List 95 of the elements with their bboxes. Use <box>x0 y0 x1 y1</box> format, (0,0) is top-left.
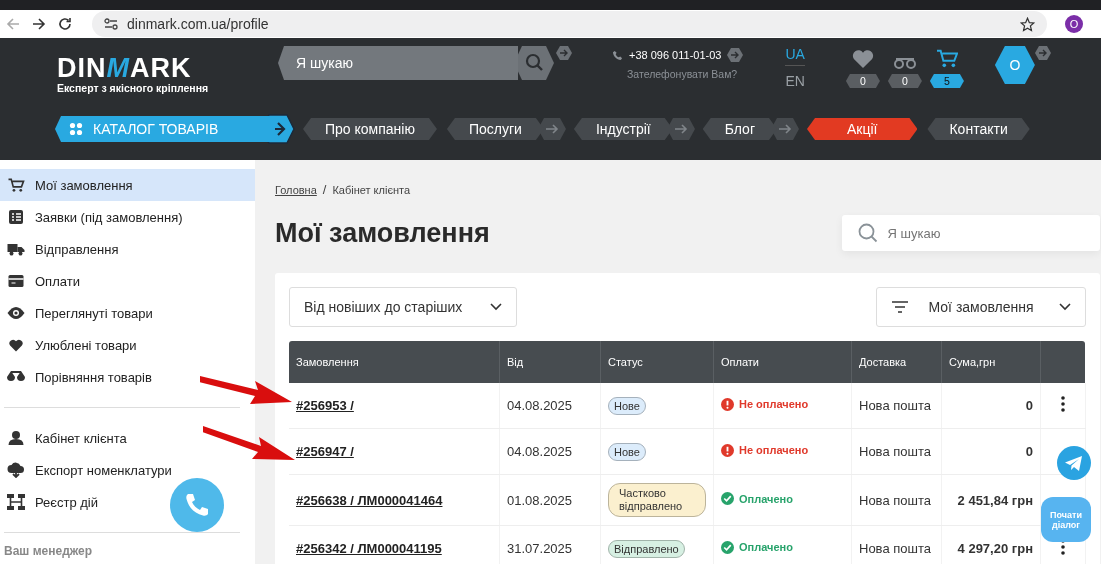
chevron-down-icon <box>1058 303 1071 311</box>
heart-icon <box>7 338 25 352</box>
sidebar-item[interactable]: Експорт номенклатури <box>0 454 255 486</box>
table-cell: 2 451,84 грн <box>957 492 1033 508</box>
check-icon <box>721 540 734 554</box>
user-icon <box>7 431 25 445</box>
more-icon[interactable] <box>1060 396 1065 412</box>
warning-icon <box>721 397 734 411</box>
column-header: Статус <box>600 341 714 383</box>
sidebar-item[interactable]: Мої замовлення <box>0 169 255 201</box>
cart-icon <box>7 177 25 193</box>
count-badge: 5 <box>929 74 964 88</box>
status-badge: Нове <box>608 442 646 461</box>
language-option[interactable]: UA <box>785 46 805 66</box>
payment-status: Не оплачено <box>721 443 809 457</box>
sidebar-item[interactable]: Порівняння товарів <box>0 361 255 393</box>
nav-link[interactable]: Контакти <box>927 118 1030 140</box>
payment-status: Оплачено <box>721 540 793 554</box>
column-header: Доставка <box>851 341 942 383</box>
search-icon <box>857 223 878 243</box>
table-cell: Нова пошта <box>859 444 931 459</box>
order-link[interactable]: #256953 / <box>296 398 354 413</box>
warning-icon <box>721 443 734 457</box>
chevron-down-icon <box>490 303 502 311</box>
table-cell: 0 <box>1025 398 1033 413</box>
nav-link[interactable]: Про компанію <box>303 118 437 140</box>
nav-link[interactable]: Акції <box>807 118 918 140</box>
search-field[interactable]: Я шукаю <box>278 46 518 80</box>
payment-status: Оплачено <box>721 492 793 505</box>
callback-link[interactable]: Зателефонувати Вам? <box>627 68 744 80</box>
truck-icon <box>7 242 25 256</box>
heart-icon[interactable] <box>851 49 874 69</box>
sidebar-item[interactable]: Кабінет клієнта <box>0 422 255 454</box>
table-cell: 0 <box>1025 444 1033 459</box>
breadcrumb[interactable]: Головна <box>275 183 317 196</box>
hierarchy-icon <box>7 494 25 510</box>
sort-dropdown[interactable]: Від новіших до старіших <box>289 287 517 327</box>
column-header: Замовлення <box>289 341 500 383</box>
cart-icon[interactable] <box>935 49 958 69</box>
back-icon[interactable] <box>6 17 20 31</box>
forward-icon[interactable] <box>32 17 46 31</box>
tagline: Експерт з якісного кріплення <box>57 82 210 94</box>
sidebar-item[interactable]: Переглянуті товари <box>0 297 255 329</box>
count-badge: 0 <box>845 74 880 88</box>
search-field[interactable]: Я шукаю <box>841 215 1100 251</box>
table-cell: 31.07.2025 <box>507 541 573 556</box>
table-cell: 01.08.2025 <box>507 492 573 508</box>
column-header: Від <box>499 341 601 383</box>
page-title: Мої замовлення <box>275 217 490 249</box>
order-link[interactable]: #256947 / <box>296 444 354 459</box>
arrow-icon[interactable] <box>771 118 799 140</box>
arrow-icon[interactable] <box>556 46 572 60</box>
sidebar-item[interactable]: Улюблені товари <box>0 329 255 361</box>
table-cell: Нова пошта <box>859 492 931 508</box>
column-header: Сума,грн <box>941 341 1041 383</box>
list-icon <box>7 210 25 224</box>
reload-icon[interactable] <box>58 17 72 31</box>
count-badge: 0 <box>887 74 922 88</box>
eye-icon <box>7 307 25 319</box>
table-cell: 04.08.2025 <box>507 444 573 459</box>
check-icon <box>721 492 734 505</box>
sidebar-item[interactable]: Реєстр дій <box>0 486 255 518</box>
filter-icon <box>890 301 909 313</box>
table-cell: Нова пошта <box>859 541 931 556</box>
telegram-button[interactable] <box>1057 446 1091 480</box>
sidebar-item[interactable]: Відправлення <box>0 233 255 265</box>
arrow-icon[interactable] <box>1034 46 1051 60</box>
cloud-download-icon <box>7 462 25 478</box>
breadcrumb: Кабінет клієнта <box>332 183 411 196</box>
table-cell: 4 297,20 грн <box>957 541 1033 556</box>
card-icon <box>7 275 25 287</box>
table-cell: Нова пошта <box>859 398 931 413</box>
column-header: Оплати <box>713 341 852 383</box>
status-badge: Нове <box>608 396 646 415</box>
filter-dropdown[interactable]: Мої замовлення <box>875 287 1086 327</box>
bookmark-star-icon[interactable] <box>1020 16 1035 32</box>
logo[interactable]: DINMARK <box>57 54 257 82</box>
order-link[interactable]: #256638 / ЛМ000041464 <box>296 492 443 508</box>
site-settings-icon[interactable] <box>104 18 118 30</box>
payment-status: Не оплачено <box>721 397 809 411</box>
sidebar-item[interactable]: Оплати <box>0 265 255 297</box>
grid-icon <box>69 122 83 136</box>
sidebar-item[interactable]: Заявки (під замовлення) <box>0 201 255 233</box>
address-bar[interactable]: dinmark.com.ua/profile <box>92 11 1047 37</box>
phone-number[interactable]: +38 096 011-01-03 <box>629 49 722 61</box>
status-badge: Відправлено <box>608 539 685 558</box>
profile-avatar[interactable]: O <box>1065 15 1083 33</box>
status-badge: Частково відправлено <box>608 483 706 517</box>
arrow-icon[interactable] <box>727 48 744 62</box>
section-heading: Ваш менеджер <box>3 544 94 558</box>
breadcrumb-separator: / <box>322 182 327 197</box>
language-option[interactable]: EN <box>785 73 805 92</box>
table-cell: 04.08.2025 <box>507 398 573 413</box>
order-link[interactable]: #256342 / ЛМ000041195 <box>296 541 442 556</box>
phone-icon <box>612 49 623 61</box>
